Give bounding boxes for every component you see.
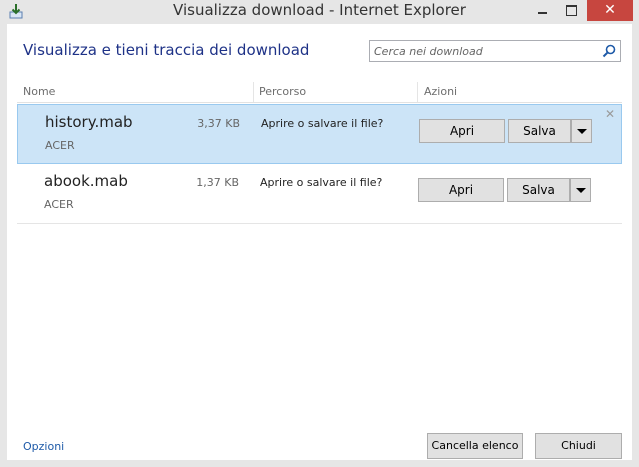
search-icon[interactable]: [602, 44, 616, 58]
file-name: abook.mab: [44, 172, 128, 190]
remove-download-icon[interactable]: ✕: [605, 107, 615, 121]
client-area: Visualizza e tieni traccia dei download …: [7, 24, 632, 460]
file-source: ACER: [44, 198, 74, 211]
file-status: Aprire o salvare il file?: [261, 117, 384, 130]
maximize-icon: [566, 5, 577, 16]
column-headers: Nome Percorso Azioni: [17, 82, 622, 103]
chevron-down-icon: [576, 188, 586, 193]
close-icon: ✕: [604, 2, 616, 18]
save-options-dropdown[interactable]: [571, 119, 592, 143]
column-header-name[interactable]: Nome: [23, 85, 55, 98]
download-row[interactable]: history.mab ACER 3,37 KB Aprire o salvar…: [17, 104, 622, 164]
column-header-actions[interactable]: Azioni: [424, 85, 457, 98]
options-link[interactable]: Opzioni: [23, 440, 64, 453]
file-size: 1,37 KB: [196, 176, 239, 189]
file-source: ACER: [45, 139, 75, 152]
open-button[interactable]: Apri: [418, 178, 504, 202]
search-box[interactable]: [369, 40, 621, 62]
minimize-button[interactable]: [529, 0, 557, 21]
search-input[interactable]: [374, 43, 596, 59]
file-status: Aprire o salvare il file?: [260, 176, 383, 189]
file-size: 3,37 KB: [197, 117, 240, 130]
save-options-dropdown[interactable]: [570, 178, 591, 202]
file-name: history.mab: [45, 113, 133, 131]
open-button[interactable]: Apri: [419, 119, 505, 143]
title-bar[interactable]: Visualizza download - Internet Explorer …: [0, 0, 639, 24]
column-separator[interactable]: [417, 82, 418, 102]
chevron-down-icon: [577, 129, 587, 134]
download-row[interactable]: abook.mab ACER 1,37 KB Aprire o salvare …: [17, 164, 622, 224]
close-window-button[interactable]: ✕: [587, 0, 633, 21]
close-button[interactable]: Chiudi: [535, 433, 622, 459]
maximize-button[interactable]: [558, 0, 585, 21]
column-separator[interactable]: [253, 82, 254, 102]
save-button[interactable]: Salva: [507, 178, 570, 202]
clear-list-button[interactable]: Cancella elenco: [427, 433, 523, 459]
download-manager-window: Visualizza download - Internet Explorer …: [0, 0, 639, 467]
minimize-icon: [538, 12, 547, 14]
save-button[interactable]: Salva: [508, 119, 571, 143]
column-header-path[interactable]: Percorso: [259, 85, 306, 98]
page-title: Visualizza e tieni traccia dei download: [23, 41, 310, 59]
